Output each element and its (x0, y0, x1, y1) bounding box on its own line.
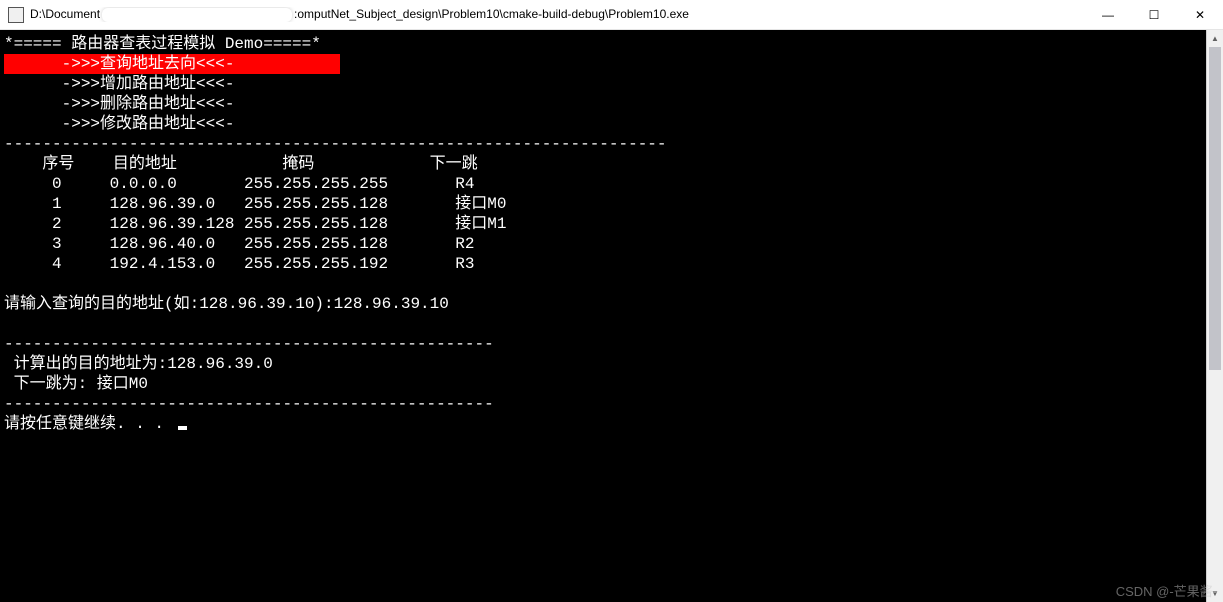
press-any-key: 请按任意键继续. . . (4, 415, 174, 433)
table-header: 序号 目的地址 掩码 下一跳 (4, 155, 478, 173)
vertical-scrollbar[interactable]: ▲ ▼ (1206, 30, 1223, 602)
maximize-button[interactable]: ☐ (1131, 0, 1177, 30)
minimize-button[interactable]: — (1085, 0, 1131, 30)
scroll-up-icon[interactable]: ▲ (1207, 30, 1223, 47)
scroll-track[interactable] (1207, 47, 1223, 585)
console-output[interactable]: *===== 路由器查表过程模拟 Demo=====* ->>>查询地址去向<<… (0, 30, 1223, 602)
cursor-icon (178, 426, 187, 430)
table-row: 2 128.96.39.128 255.255.255.128 接口M1 (4, 215, 506, 233)
table-row: 1 128.96.39.0 255.255.255.128 接口M0 (4, 195, 506, 213)
separator: ----------------------------------------… (4, 335, 494, 353)
menu-item-add: ->>>增加路由地址<<<- (4, 75, 234, 93)
watermark-text: CSDN @-芒果酱- (1116, 581, 1217, 600)
window-title: D:\Document :omputNet_Subject_design\Prob… (30, 7, 1085, 22)
window-titlebar: D:\Document :omputNet_Subject_design\Prob… (0, 0, 1223, 30)
result-nexthop: 下一跳为: 接口M0 (4, 375, 148, 393)
title-suffix: :omputNet_Subject_design\Problem10\cmake… (294, 7, 689, 21)
prompt-line: 请输入查询的目的地址(如:128.96.39.10):128.96.39.10 (4, 295, 449, 313)
menu-item-query-selected: ->>>查询地址去向<<<- (4, 54, 340, 74)
scroll-thumb[interactable] (1209, 47, 1221, 370)
table-row: 4 192.4.153.0 255.255.255.192 R3 (4, 255, 474, 273)
title-redacted (102, 8, 292, 22)
app-icon (8, 7, 24, 23)
separator: ----------------------------------------… (4, 135, 667, 153)
table-row: 0 0.0.0.0 255.255.255.255 R4 (4, 175, 474, 193)
menu-item-delete: ->>>删除路由地址<<<- (4, 95, 234, 113)
result-address: 计算出的目的地址为:128.96.39.0 (4, 355, 273, 373)
separator: ----------------------------------------… (4, 395, 494, 413)
menu-item-modify: ->>>修改路由地址<<<- (4, 115, 234, 133)
window-controls: — ☐ ✕ (1085, 0, 1223, 29)
title-prefix: D:\Document (30, 7, 100, 21)
close-button[interactable]: ✕ (1177, 0, 1223, 30)
table-row: 3 128.96.40.0 255.255.255.128 R2 (4, 235, 474, 253)
header-line: *===== 路由器查表过程模拟 Demo=====* (4, 35, 321, 53)
